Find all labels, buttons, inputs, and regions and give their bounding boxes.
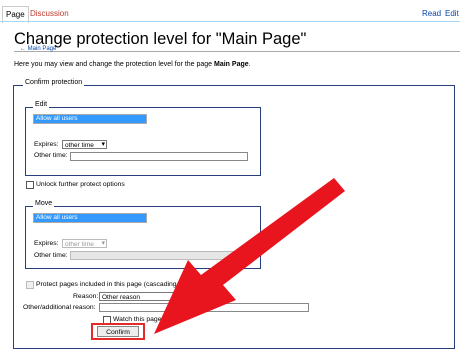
watermark-how: How — [396, 325, 425, 341]
red-arrow-icon — [154, 178, 345, 334]
red-arrow-shape — [154, 178, 345, 334]
wikihow-watermark: wikiHow — [370, 325, 424, 341]
watermark-wiki: wiki — [370, 325, 397, 341]
